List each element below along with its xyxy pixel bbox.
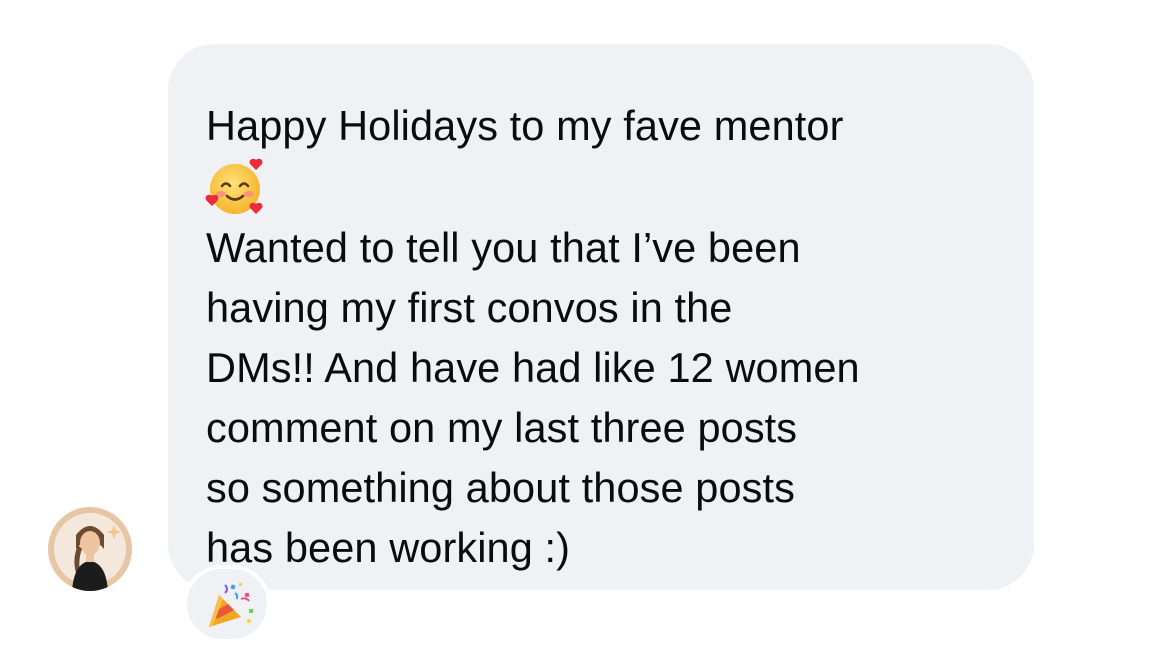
party-popper-icon bbox=[209, 583, 253, 627]
avatar[interactable] bbox=[48, 507, 132, 591]
message-line: has been working :) bbox=[206, 524, 571, 571]
message-line: Happy Holidays to my fave mentor bbox=[206, 102, 844, 149]
message-line: having my first convos in the bbox=[206, 284, 733, 331]
smiling-face-with-hearts-icon bbox=[205, 158, 263, 214]
message-bubble[interactable]: Happy Holidays to my fave mentor Wanted … bbox=[168, 44, 1034, 590]
reaction-badge[interactable] bbox=[183, 565, 271, 643]
message-line: DMs!! And have had like 12 women bbox=[206, 344, 860, 391]
message-line: so something about those posts bbox=[206, 464, 795, 511]
message-line: Wanted to tell you that I’ve been bbox=[206, 224, 801, 271]
message-line: comment on my last three posts bbox=[206, 404, 798, 451]
